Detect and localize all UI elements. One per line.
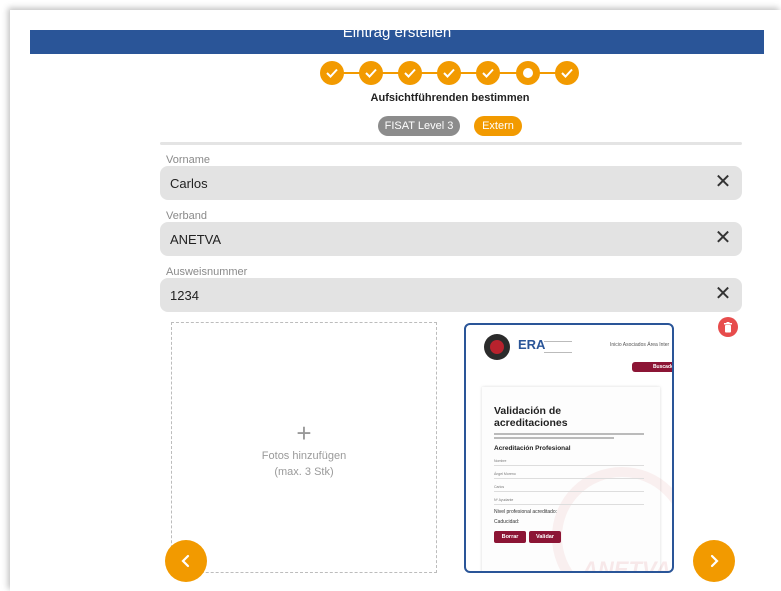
option-extern[interactable]: Extern [474, 116, 522, 136]
step-title: Aufsichtführenden bestimmen [370, 92, 530, 104]
vorname-field[interactable]: Carlos ✕ [160, 166, 742, 200]
ausweisnummer-label: Ausweisnummer [166, 266, 248, 278]
preview-level-label: Nivel profesional acreditado: [494, 509, 558, 515]
vorname-label: Vorname [166, 154, 211, 166]
current-dot-icon [523, 68, 533, 78]
preview-heading-line-1: Validación de [494, 405, 562, 417]
verband-field[interactable]: ANETVA ✕ [160, 222, 742, 256]
step-2[interactable] [359, 61, 383, 85]
check-icon [404, 68, 416, 78]
option-fisat-level-3[interactable]: FISAT Level 3 [378, 116, 460, 136]
preview-nav: Inicio Asociados Área Inter [610, 342, 670, 348]
ausweisnummer-value[interactable]: 1234 [170, 288, 199, 303]
divider [160, 142, 742, 145]
step-4[interactable] [437, 61, 461, 85]
anetva-logo-icon [484, 334, 510, 360]
preview-input: Nº Ayudante [494, 496, 644, 505]
page-title: Eintrag erstellen [342, 30, 452, 41]
era-logo-text [544, 341, 572, 353]
preview-heading: Validación de acreditaciones [494, 405, 568, 429]
close-icon[interactable]: ✕ [714, 228, 732, 248]
preview-heading-line-2: acreditaciones [494, 417, 568, 429]
next-step-button[interactable] [693, 540, 735, 582]
preview-input: Carlos [494, 483, 644, 492]
delete-photo-button[interactable] [718, 317, 738, 337]
check-icon [482, 68, 494, 78]
close-icon[interactable]: ✕ [714, 172, 732, 192]
verband-value[interactable]: ANETVA [170, 232, 221, 247]
add-photos-label: Fotos hinzufügen [261, 450, 347, 462]
chevron-left-icon [181, 554, 190, 568]
chevron-right-icon [710, 554, 719, 568]
preview-description [494, 433, 644, 441]
vorname-value[interactable]: Carlos [170, 176, 208, 191]
preview-input: Ángel Moreno [494, 470, 644, 479]
check-icon [326, 68, 338, 78]
close-icon[interactable]: ✕ [714, 284, 732, 304]
page-header: Eintrag erstellen [30, 30, 764, 54]
preview-header: ERA Inicio Asociados Área Inter Buscador [466, 325, 672, 375]
previous-step-button[interactable] [165, 540, 207, 582]
ausweisnummer-field[interactable]: 1234 ✕ [160, 278, 742, 312]
step-5[interactable] [476, 61, 500, 85]
plus-icon: + [296, 418, 312, 448]
add-photos-dropzone[interactable]: + Fotos hinzufügen (max. 3 Stk) [171, 322, 437, 573]
preview-input: Nombre [494, 457, 644, 466]
preview-validate-button: Validar [529, 531, 561, 543]
preview-clear-button: Borrar [494, 531, 526, 543]
watermark-text: ANETVA [582, 557, 671, 573]
photo-thumbnail[interactable]: ERA Inicio Asociados Área Inter Buscador… [464, 323, 674, 573]
preview-section-title: Acreditación Profesional [494, 445, 571, 452]
preview-validity-label: Caducidad: [494, 519, 520, 525]
check-icon [561, 68, 573, 78]
preview-card: ANETVA Validación de acreditaciones Acre… [482, 387, 672, 571]
check-icon [365, 68, 377, 78]
add-photos-hint: (max. 3 Stk) [274, 466, 334, 478]
step-3[interactable] [398, 61, 422, 85]
step-7[interactable] [555, 61, 579, 85]
check-icon [443, 68, 455, 78]
step-1[interactable] [320, 61, 344, 85]
verband-label: Verband [166, 210, 207, 222]
step-6-current[interactable] [516, 61, 540, 85]
trash-icon [724, 321, 732, 332]
era-logo: ERA [518, 337, 546, 352]
preview-search-button: Buscador [632, 362, 672, 372]
progress-stepper [320, 60, 580, 88]
